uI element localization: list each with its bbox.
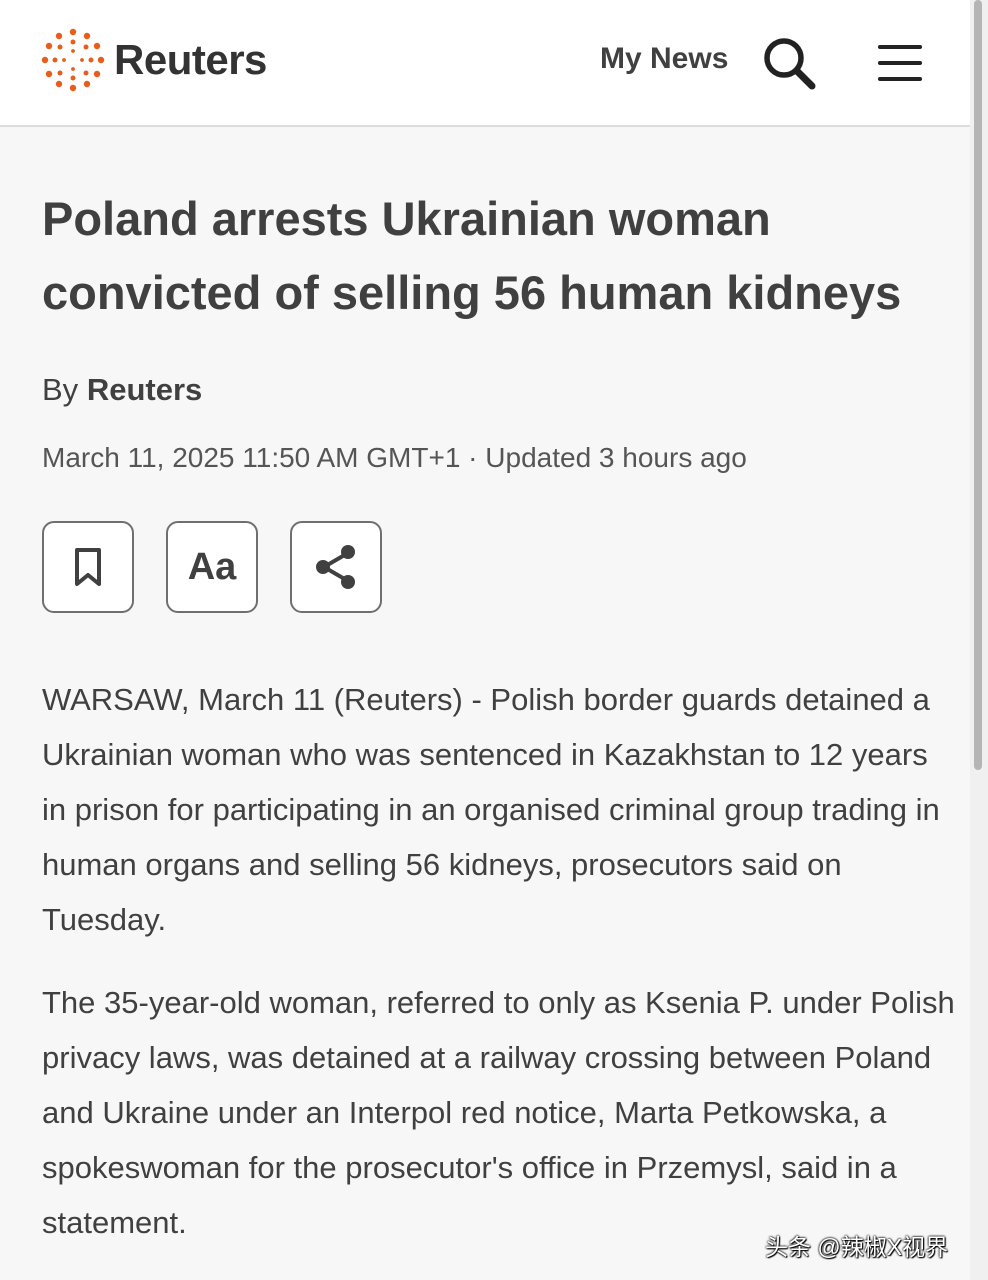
article-paragraph: WARSAW, March 11 (Reuters) - Polish bord… [42,682,940,937]
font-size-label: Aa [187,545,237,588]
search-button[interactable] [760,34,818,92]
logo-text: Reuters [114,36,267,83]
font-size-button[interactable]: Aa [166,521,258,613]
scrollbar-thumb[interactable] [974,0,982,770]
menu-button[interactable] [872,38,928,88]
my-news-link[interactable]: My News [600,42,728,76]
watermark-text: 头条 @辣椒X视界 [765,1234,949,1260]
search-icon [764,38,816,90]
reuters-logo-icon [41,28,105,92]
bookmark-icon [75,548,101,586]
share-icon [316,545,355,589]
byline-prefix: By [42,372,79,407]
site-header: Reuters My News [0,0,970,127]
hamburger-menu-icon [878,45,922,81]
byline: By Reuters [42,372,202,408]
author-link[interactable]: Reuters [87,372,202,407]
share-button[interactable] [290,521,382,613]
article-headline: Poland arrests Ukrainian woman convicted… [42,192,902,319]
article-dateline: March 11, 2025 11:50 AM GMT+1 · Updated … [42,442,747,473]
article-paragraph: The 35-year-old woman, referred to only … [42,985,955,1240]
bookmark-button[interactable] [42,521,134,613]
reuters-logo[interactable]: Reuters [40,27,267,93]
